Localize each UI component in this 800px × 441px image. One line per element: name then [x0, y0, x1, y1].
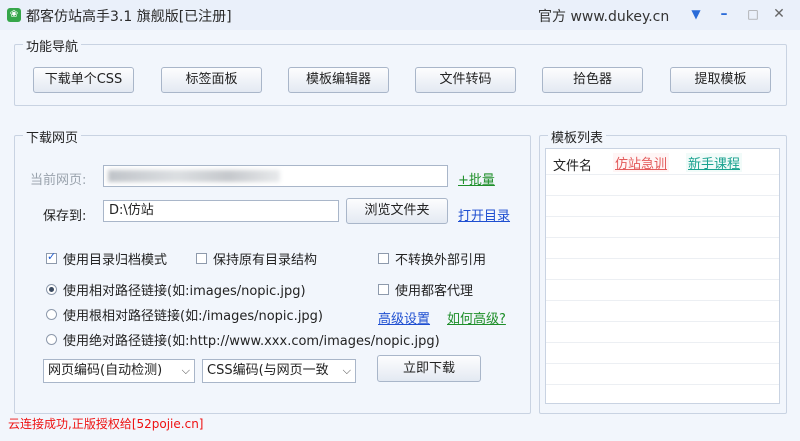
chevron-down-icon: ⌵ [181, 364, 190, 377]
page-encoding-value: 网页编码(自动检测) [48, 363, 163, 378]
status-text: 云连接成功,正版授权给[52pojie.cn] [8, 417, 204, 431]
current-page-label: 当前网页: [30, 173, 87, 188]
close-icon[interactable]: ✕ [771, 6, 787, 22]
template-tag-beginner[interactable]: 新手课程 [686, 153, 743, 172]
css-encoding-value: CSS编码(与网页一致 [207, 363, 329, 378]
list-divider [546, 195, 779, 196]
checkbox-checked-icon[interactable] [46, 250, 57, 264]
list-divider [546, 384, 779, 385]
keep-dir-structure-checkbox[interactable]: 保持原有目录结构 [196, 249, 317, 268]
function-nav-group: 功能导航 下载单个CSS 标签面板 模板编辑器 文件转码 拾色器 提取模板 [14, 36, 787, 106]
page-encoding-select[interactable]: 网页编码(自动检测) ⌵ [43, 359, 195, 383]
title-bar[interactable]: ❀ 都客仿站高手3.1 旗舰版[已注册] 官方 www.dukey.cn ▼ –… [0, 0, 800, 30]
list-divider [546, 321, 779, 322]
leaf-app-icon: ❀ [7, 8, 21, 22]
blurred-url [108, 170, 280, 182]
path-mode-relative-radio[interactable]: 使用相对路径链接(如:images/nopic.jpg) [46, 280, 306, 299]
extract-template-button[interactable]: 提取模板 [670, 67, 771, 93]
save-to-label: 保存到: [43, 209, 87, 224]
path-mode-root-relative-radio[interactable]: 使用根相对路径链接(如:/images/nopic.jpg) [46, 305, 323, 324]
radio-checked-icon[interactable] [46, 284, 57, 295]
list-divider [546, 363, 779, 364]
official-site-label[interactable]: 官方 www.dukey.cn [538, 6, 669, 26]
dropdown-menu-icon[interactable]: ▼ [688, 6, 704, 22]
list-divider [546, 342, 779, 343]
browse-folder-button[interactable]: 浏览文件夹 [346, 198, 448, 224]
template-list-header: 文件名 [553, 159, 593, 174]
list-divider [546, 258, 779, 259]
file-transcode-button[interactable]: 文件转码 [415, 67, 516, 93]
color-picker-button[interactable]: 拾色器 [542, 67, 643, 93]
advanced-settings-link[interactable]: 高级设置 [378, 308, 430, 327]
download-css-button[interactable]: 下载单个CSS [33, 67, 134, 93]
checkbox-icon[interactable] [378, 284, 389, 295]
how-advanced-link[interactable]: 如何高级? [447, 308, 506, 327]
radio-icon[interactable] [46, 334, 57, 345]
checkbox-icon[interactable] [196, 253, 207, 264]
list-divider [546, 300, 779, 301]
css-encoding-select[interactable]: CSS编码(与网页一致 ⌵ [202, 359, 356, 383]
tag-panel-button[interactable]: 标签面板 [161, 67, 262, 93]
template-tag-training[interactable]: 仿站急训 [613, 153, 670, 172]
path-mode-absolute-label: 使用绝对路径链接(如:http://www.xxx.com/images/nop… [63, 334, 440, 349]
window-title: 都客仿站高手3.1 旗舰版[已注册] [26, 9, 232, 25]
checkbox-icon[interactable] [378, 253, 389, 264]
download-now-button[interactable]: 立即下载 [377, 355, 481, 382]
list-divider [546, 216, 779, 217]
list-divider [546, 279, 779, 280]
list-divider [546, 237, 779, 238]
radio-icon[interactable] [46, 309, 57, 320]
template-editor-button[interactable]: 模板编辑器 [288, 67, 389, 93]
template-list-label: 模板列表 [548, 127, 607, 146]
batch-link[interactable]: +批量 [458, 169, 495, 188]
use-proxy-checkbox[interactable]: 使用都客代理 [378, 280, 473, 299]
path-mode-relative-label: 使用相对路径链接(如:images/nopic.jpg) [63, 284, 306, 299]
minimize-icon[interactable]: – [716, 6, 732, 22]
save-to-input[interactable]: D:\仿站 [103, 200, 339, 222]
list-divider [546, 174, 779, 175]
path-mode-absolute-radio[interactable]: 使用绝对路径链接(如:http://www.xxx.com/images/nop… [46, 330, 440, 349]
maximize-icon[interactable]: □ [745, 6, 761, 22]
no-convert-external-label: 不转换外部引用 [395, 253, 487, 268]
use-dir-archive-label: 使用目录归档模式 [63, 253, 168, 268]
path-mode-root-relative-label: 使用根相对路径链接(如:/images/nopic.jpg) [63, 309, 324, 324]
no-convert-external-checkbox[interactable]: 不转换外部引用 [378, 249, 486, 268]
chevron-down-icon: ⌵ [342, 364, 351, 377]
template-list[interactable]: 文件名 仿站急训 新手课程 [545, 148, 780, 404]
app-window: ❀ 都客仿站高手3.1 旗舰版[已注册] 官方 www.dukey.cn ▼ –… [0, 0, 800, 441]
open-directory-link[interactable]: 打开目录 [458, 205, 510, 224]
use-proxy-label: 使用都客代理 [395, 284, 474, 299]
download-page-label: 下载网页 [23, 127, 82, 146]
function-nav-label: 功能导航 [23, 36, 82, 55]
use-dir-archive-checkbox[interactable]: 使用目录归档模式 [46, 249, 167, 268]
keep-dir-structure-label: 保持原有目录结构 [213, 253, 318, 268]
